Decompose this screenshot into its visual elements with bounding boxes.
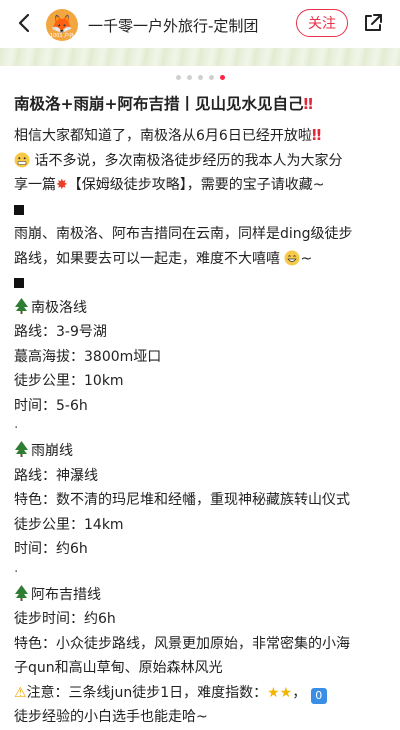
tree-icon [15, 584, 28, 601]
star-icon: ★ [279, 684, 293, 701]
note-comma: ， [292, 684, 307, 701]
route-detail: 特色：数不清的玛尼堆和经幡，重现神秘藏族转山仪式 [14, 492, 350, 508]
route-detail: 时间：约6h [14, 541, 88, 557]
intro-text-1: 相信大家都知道了，南极洛从6月6日已经开放啦 [14, 128, 312, 144]
back-arrow-icon[interactable] [14, 12, 36, 34]
grimace-emoji-icon [14, 152, 30, 167]
post-image[interactable] [0, 48, 400, 66]
tree-icon [15, 441, 28, 457]
para-line: 雨崩、南极洛、阿布吉措同在云南，同样是ding级徒步 [14, 226, 353, 242]
route-name: 南极洛线 [31, 299, 87, 316]
carousel-dot [186, 75, 192, 80]
route-heading: 雨崩线 [14, 439, 390, 464]
account-name[interactable]: 一千零一户外旅行-定制团 [88, 15, 258, 36]
avatar[interactable]: 🦊 1001 户外 [46, 9, 78, 41]
avatar-label: 1001 户外 [49, 33, 75, 39]
intro-text-3b: 【保姆级徒步攻略】，需要的宝子请收藏~ [67, 177, 325, 193]
carousel-dot [197, 75, 203, 80]
separator-square [14, 198, 390, 223]
post-title: 南极洛+雨崩+阿布吉措丨见山见水见自己‼ [14, 92, 390, 116]
route-detail: 子qun和高山草甸、原始森林风光 [14, 660, 223, 676]
route-detail: 路线：神瀑线 [14, 467, 98, 484]
intro-line: 话不多说，多次南极洛徒步经历的我本人为大家分 [14, 149, 390, 174]
follow-button[interactable]: 关注 [296, 9, 348, 37]
tree-icon [15, 297, 28, 314]
route-detail: 时间：5-6h [14, 397, 88, 414]
carousel-dot [208, 75, 214, 80]
image-texture [0, 48, 400, 66]
intro-text-3a: 享一篇 [14, 177, 56, 193]
black-square-icon [14, 278, 24, 288]
intro-line: 相信大家都知道了，南极洛从6月6日已经开放啦‼ [14, 123, 390, 149]
explosion-icon: ✸ [56, 177, 68, 193]
route-detail: 徒步公里：10km [14, 373, 124, 389]
route-detail: 特色：小众徒步路线，风景更加原始，非常密集的小海 [14, 635, 350, 652]
dot-separator: · [14, 420, 19, 436]
route-detail: 徒步时间：约6h [14, 611, 116, 627]
route-name: 阿布吉措线 [31, 586, 101, 603]
route-heading: 南极洛线 [14, 296, 390, 321]
top-bar: 🦊 1001 户外 一千零一户外旅行-定制团 关注 [0, 0, 400, 48]
note-line: ⚠注意：三条线jun徒步1日，难度指数：★★， 0 [14, 681, 390, 706]
carousel-indicator [0, 72, 400, 82]
route-name: 雨崩线 [31, 443, 73, 459]
post-body: 南极洛+雨崩+阿布吉措丨见山见水见自己‼ 相信大家都知道了，南极洛从6月6日已经… [14, 92, 390, 730]
route-detail: 路线：3-9号湖 [14, 324, 107, 340]
warning-icon: ⚠ [14, 684, 27, 701]
black-square-icon [14, 204, 24, 215]
para-tail: ~ [300, 250, 313, 267]
star-icon: ★ [267, 684, 280, 701]
keycap-zero-icon: 0 [310, 687, 327, 704]
route-detail: 蕞高海拔：3800m垭口 [14, 348, 162, 365]
route-heading: 阿布吉措线 [14, 583, 390, 608]
carousel-dot-active [219, 75, 225, 80]
carousel-dot [175, 75, 181, 80]
route-detail: 徒步公里：14km [14, 516, 124, 533]
para-line: 路线，如果要去可以一起走，难度不大嘻嘻 ~ [14, 247, 390, 272]
intro-text-2: 话不多说，多次南极洛徒步经历的我本人为大家分 [34, 152, 343, 169]
post-title-text: 南极洛+雨崩+阿布吉措丨见山见水见自己 [14, 95, 304, 113]
note-text: 注意：三条线jun徒步1日，难度指数： [26, 684, 268, 701]
separator-square [14, 271, 390, 296]
double-exclamation-icon: ‼ [303, 95, 313, 113]
intro-line: 享一篇✸【保姆级徒步攻略】，需要的宝子请收藏~ [14, 173, 390, 198]
dot-separator: · [14, 563, 19, 580]
share-icon[interactable] [362, 12, 384, 34]
grin-emoji-icon [284, 250, 300, 265]
double-exclamation-icon: ‼ [311, 126, 322, 144]
note-line: 徒步经验的小白选手也能走哈~ [14, 709, 208, 725]
para-text: 路线，如果要去可以一起走，难度不大嘻嘻 [14, 250, 280, 267]
